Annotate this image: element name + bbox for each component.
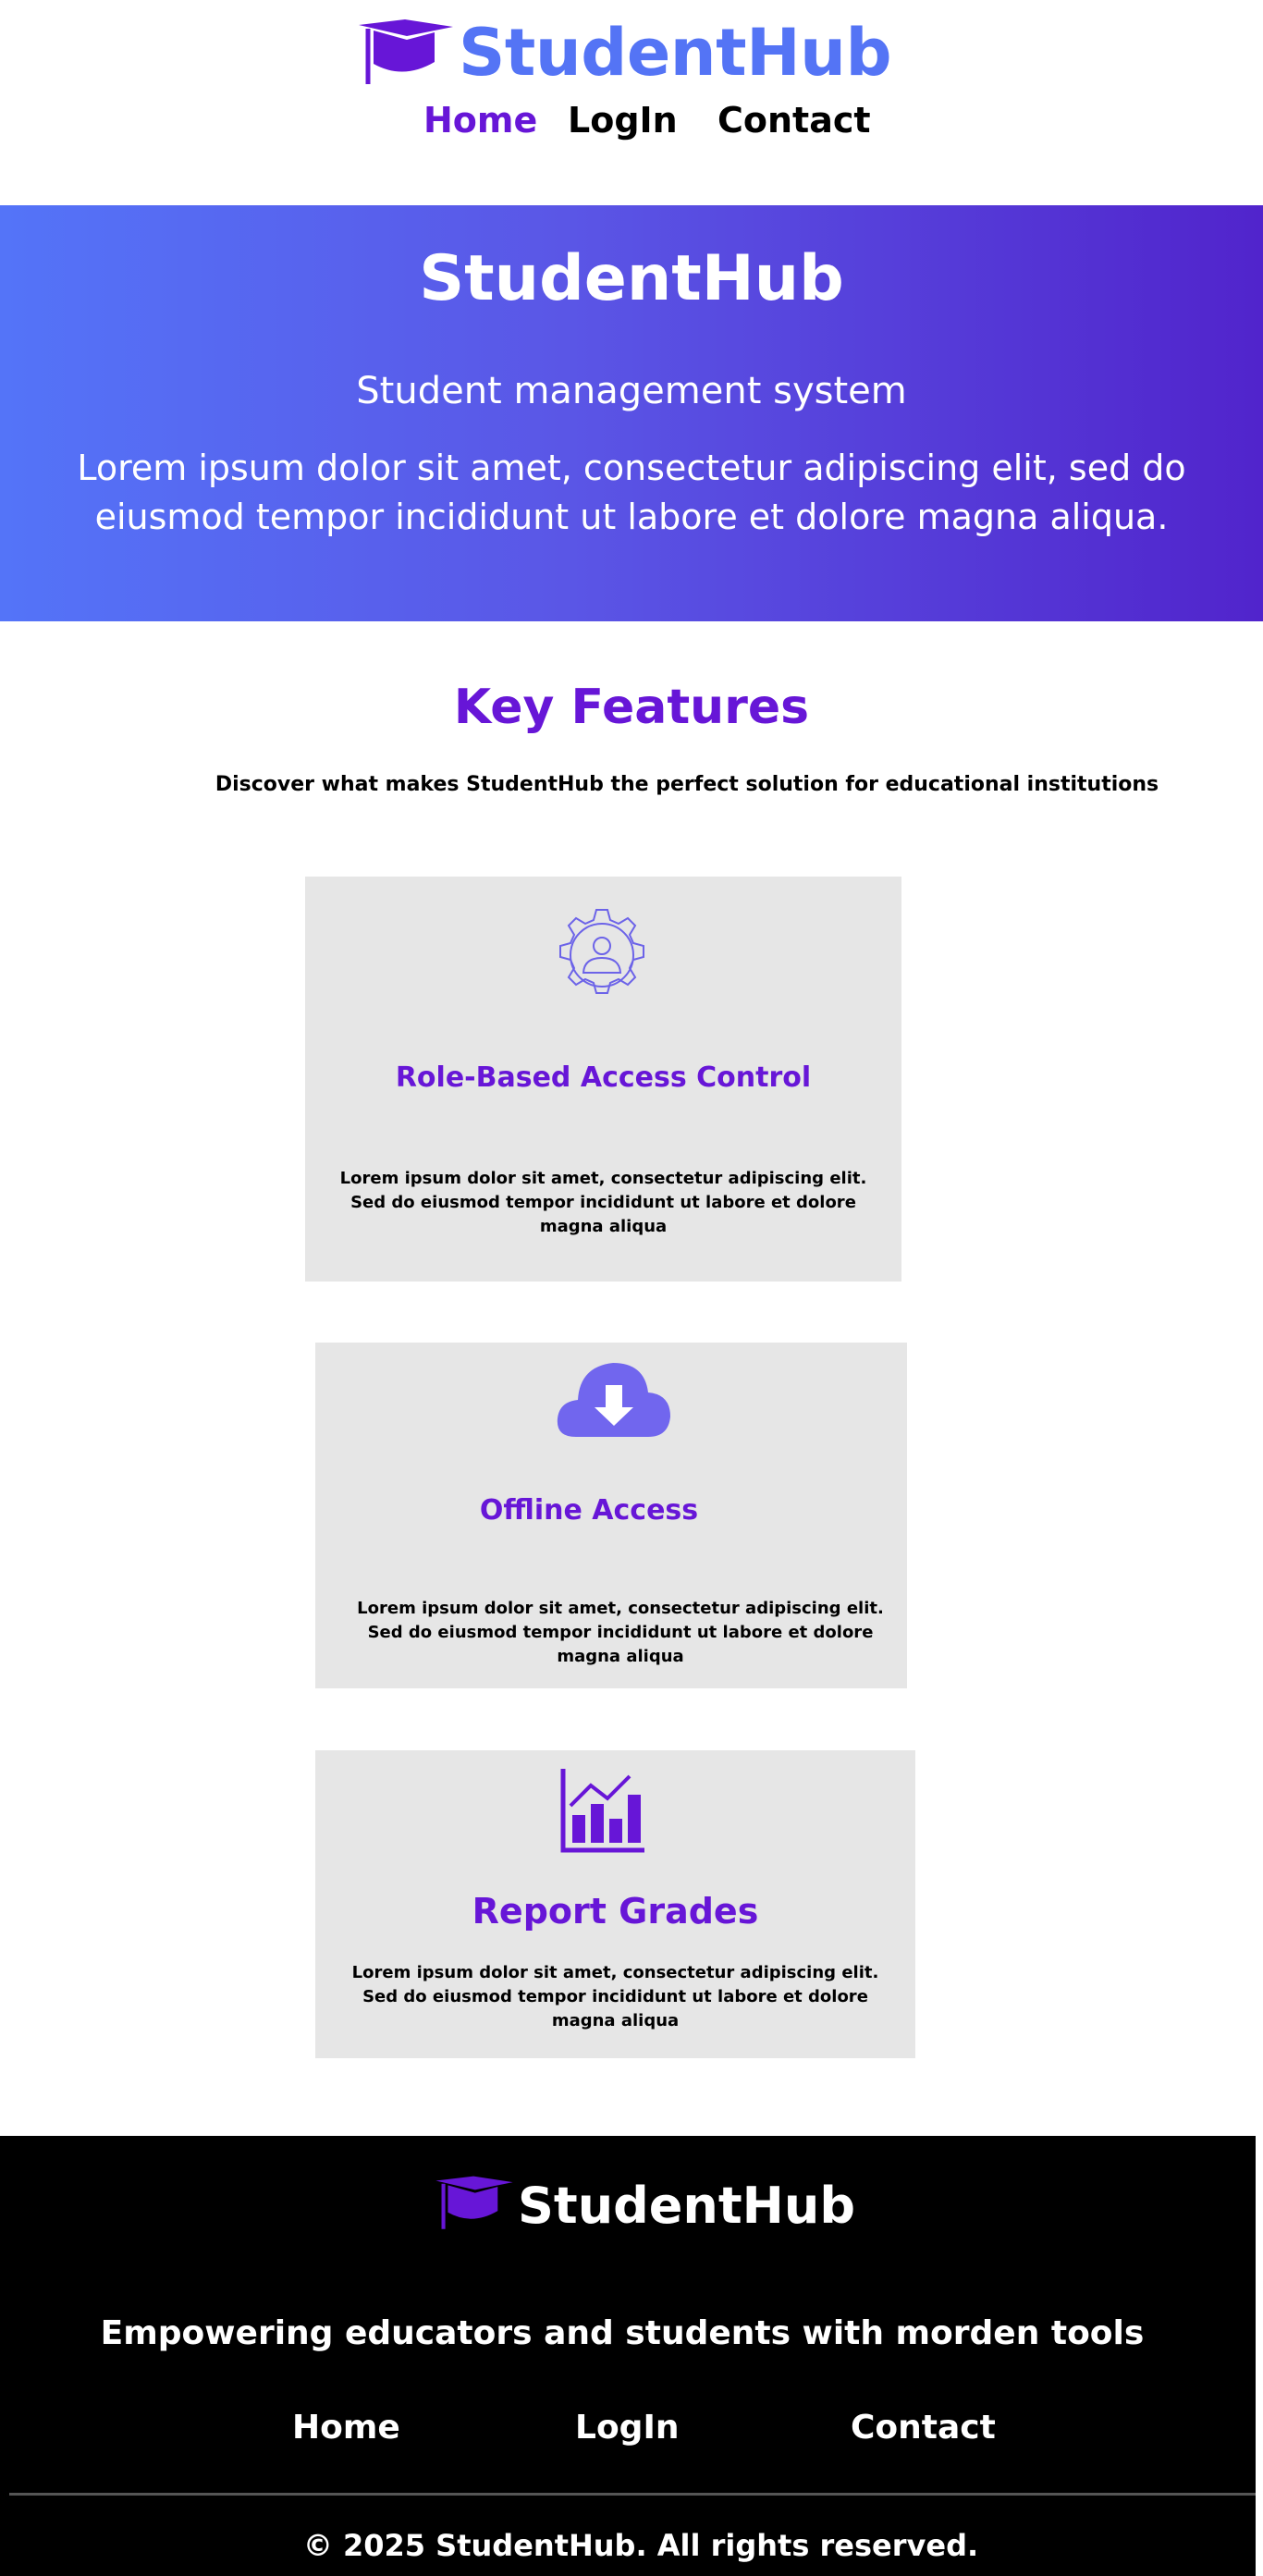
feature-card-report-grades: Report Grades Lorem ipsum dolor sit amet… [315,1750,915,2058]
footer-contact-link[interactable]: Contact [851,2409,996,2447]
hero-subtitle: Student management system [356,370,907,412]
cloud-download-icon [556,1359,672,1442]
hero-banner: StudentHub Student management system Lor… [0,205,1263,621]
feature-card-role-access: Role-Based Access Control Lorem ipsum do… [305,877,901,1282]
feature-card-title: Offline Access [479,1494,699,1527]
hero-description: Lorem ipsum dolor sit amet, consectetur … [77,448,1186,537]
hero-title: StudentHub [419,242,844,315]
footer-tagline: Empowering educators and students with m… [100,2314,1145,2352]
bar-chart-icon [559,1767,648,1859]
footer-brand[interactable]: StudentHub [433,2175,855,2236]
footer-brand-name: StudentHub [518,2176,855,2235]
feature-card-description: Lorem ipsum dolor sit amet, consectetur … [351,1963,879,2030]
footer-copyright: © 2025 StudentHub. All rights reserved. [302,2528,979,2563]
header-brand[interactable]: StudentHub [357,11,892,94]
gear-user-icon [551,904,653,1010]
brand-name: StudentHub [459,15,892,91]
nav-home-link[interactable]: Home [423,100,537,141]
features-subheading: Discover what makes StudentHub the perfe… [215,773,1159,796]
feature-card-title: Role-Based Access Control [395,1061,812,1094]
features-heading: Key Features [453,680,810,735]
nav-contact-link[interactable]: Contact [717,100,871,141]
feature-card-offline-access: Offline Access Lorem ipsum dolor sit ame… [315,1343,907,1688]
graduation-cap-icon [433,2175,516,2236]
footer-login-link[interactable]: LogIn [575,2409,679,2447]
graduation-cap-icon [357,18,455,88]
feature-card-description: Lorem ipsum dolor sit amet, consectetur … [339,1169,867,1236]
site-footer: StudentHub Empowering educators and stud… [0,2136,1256,2576]
footer-divider [9,2493,1256,2496]
feature-card-title: Report Grades [472,1891,759,1932]
nav-login-link[interactable]: LogIn [568,100,678,141]
footer-home-link[interactable]: Home [292,2409,400,2447]
feature-card-description: Lorem ipsum dolor sit amet, consectetur … [357,1599,884,1666]
main-nav: Home LogIn Contact [0,100,1263,155]
